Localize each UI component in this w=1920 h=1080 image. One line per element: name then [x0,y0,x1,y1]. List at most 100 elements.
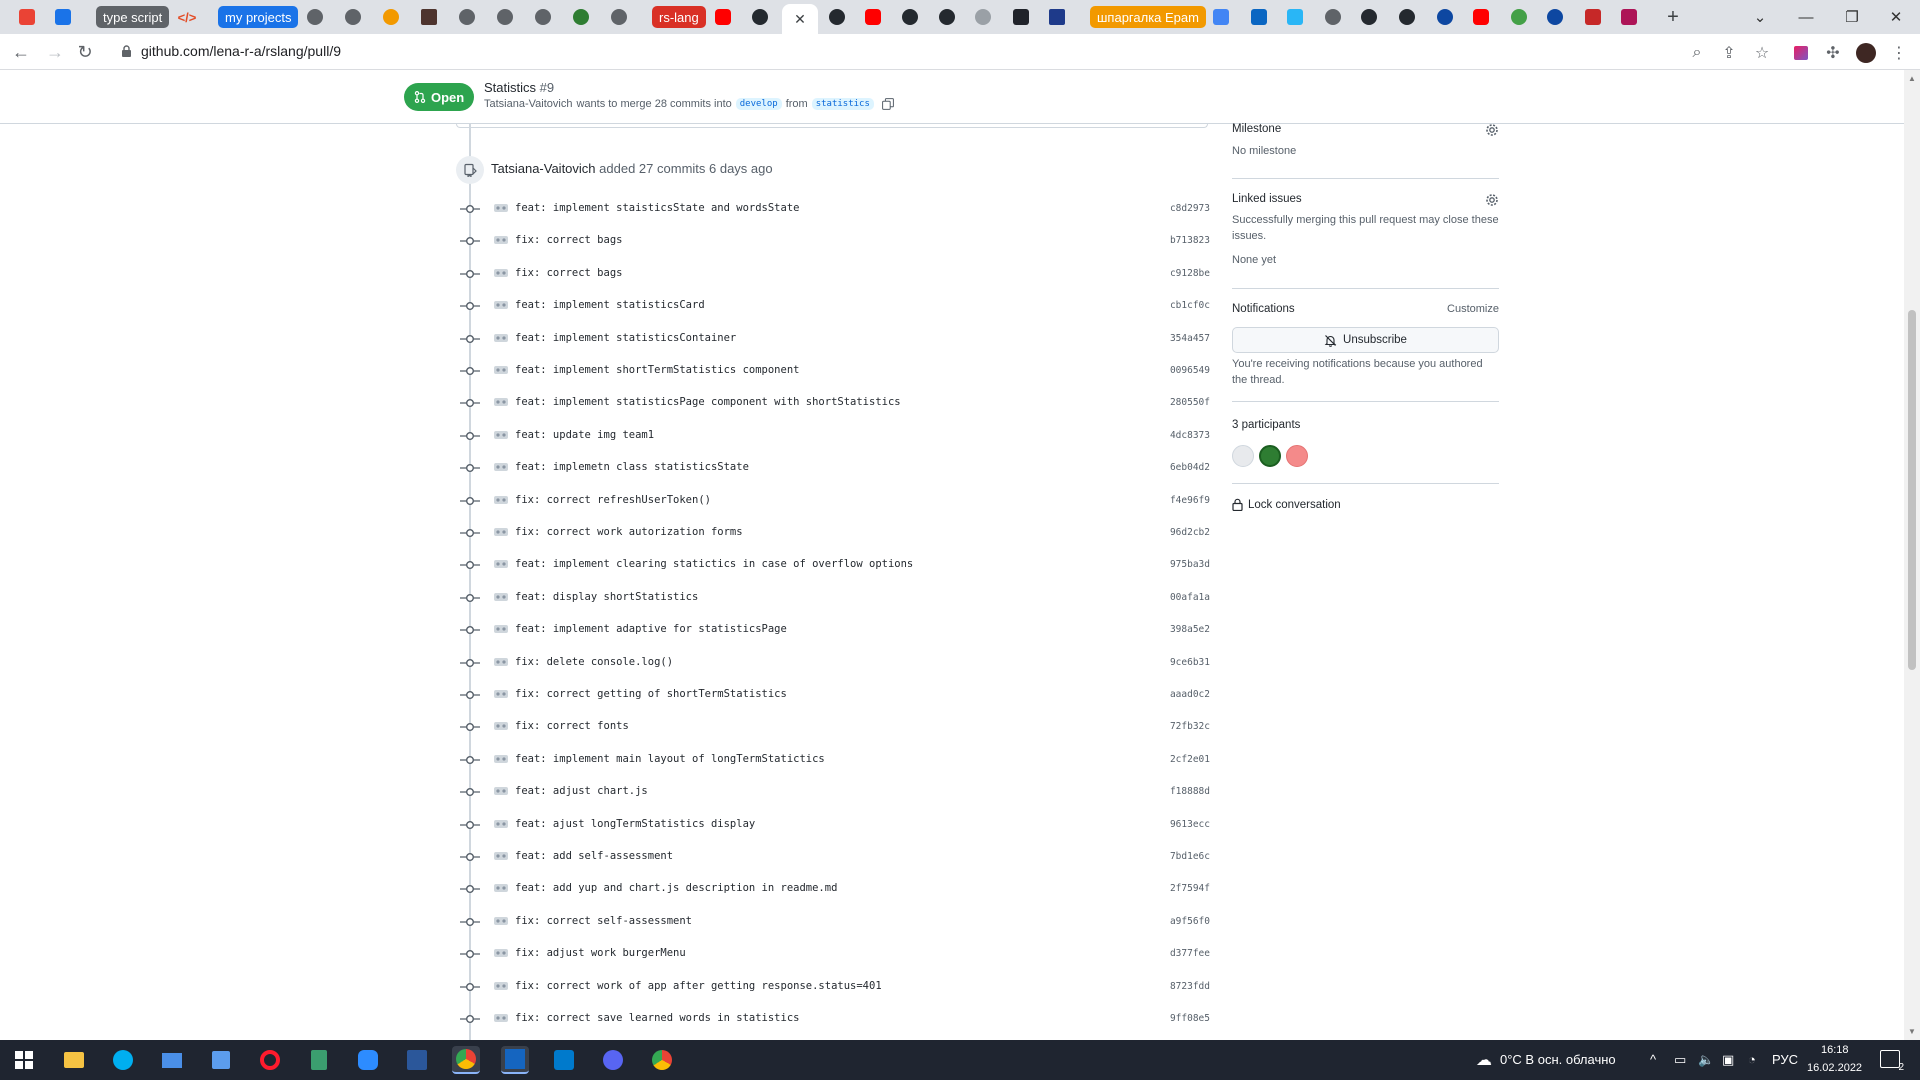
tab-gmail[interactable] [14,4,40,30]
tab-rs-lang[interactable]: rs-lang [652,6,706,28]
gear-icon[interactable] [1485,193,1499,207]
tray-expand-icon[interactable]: ^ [1650,1052,1656,1067]
zoom-app[interactable] [354,1046,382,1074]
app-window[interactable] [501,1046,529,1074]
commit-message[interactable]: feat: implement statisticsContainer [515,332,736,344]
tab-github[interactable] [1358,4,1380,30]
commit-sha[interactable]: 00afa1a [1170,592,1210,603]
tab-site[interactable] [304,4,326,30]
back-button[interactable]: ← [9,40,33,64]
forward-button[interactable]: → [43,40,67,64]
extensions-puzzle-icon[interactable]: ✣ [1822,42,1844,64]
commit-author-avatar[interactable] [494,494,508,506]
commit-sha[interactable]: cb1cf0c [1170,300,1210,311]
commit-sha[interactable]: 9613ecc [1170,819,1210,830]
commit-row[interactable]: fix: correct fonts 72fb32c [460,714,1216,740]
share-icon[interactable]: ⇪ [1718,42,1740,64]
commit-author-avatar[interactable] [494,623,508,635]
chrome-app[interactable] [452,1046,480,1074]
commit-message[interactable]: fix: correct bags [515,267,622,279]
tab-site[interactable] [494,4,516,30]
commit-author-avatar[interactable] [494,850,508,862]
push-author-link[interactable]: Tatsiana-Vaitovich [491,161,596,176]
commit-author-avatar[interactable] [494,364,508,376]
commit-author-avatar[interactable] [494,591,508,603]
commit-sha[interactable]: 6eb04d2 [1170,462,1210,473]
tab-site[interactable] [608,4,630,30]
commit-row[interactable]: fix: correct refreshUserToken() f4e96f9 [460,488,1216,514]
commit-message[interactable]: fix: delete console.log() [515,656,673,668]
tab-current-pull-request[interactable]: ✕ [782,4,818,34]
commit-sha[interactable]: f18888d [1170,786,1210,797]
commit-message[interactable]: fix: correct bags [515,234,622,246]
commit-sha[interactable]: b713823 [1170,235,1210,246]
chrome-app-2[interactable] [648,1046,676,1074]
commit-sha[interactable]: d377fee [1170,948,1210,959]
browser-menu-icon[interactable]: ⋮ [1888,42,1910,64]
commit-author-avatar[interactable] [494,882,508,894]
tab-site[interactable] [1210,4,1232,30]
commit-sha[interactable]: f4e96f9 [1170,495,1210,506]
scroll-down-arrow-icon[interactable]: ▼ [1908,1027,1916,1036]
customize-notifications-link[interactable]: Customize [1447,303,1499,315]
tab-site[interactable] [1582,4,1604,30]
participant-avatar[interactable] [1232,445,1254,467]
commit-message[interactable]: feat: implement statisticsPage component… [515,396,901,408]
commit-message[interactable]: feat: implement adaptive for statisticsP… [515,623,787,635]
commit-row[interactable]: feat: implement statisticsCard cb1cf0c [460,293,1216,319]
tab-my-projects[interactable]: my projects [218,6,299,28]
commit-message[interactable]: feat: implement staisticsState and words… [515,202,799,214]
weather-icon[interactable]: ☁ [1476,1050,1492,1070]
reload-button[interactable]: ↻ [73,40,97,64]
commit-row[interactable]: feat: implemetn class statisticsState 6eb… [460,455,1216,481]
extension-icon[interactable] [1790,42,1812,64]
commit-sha[interactable]: 7bd1e6c [1170,851,1210,862]
tab-site[interactable] [1618,4,1640,30]
participant-avatar[interactable] [1259,445,1281,467]
commit-message[interactable]: feat: ajust longTermStatistics display [515,818,755,830]
new-tab-button[interactable]: + [1660,4,1686,30]
commit-sha[interactable]: 8723fdd [1170,981,1210,992]
word-app[interactable] [403,1046,431,1074]
tab-site[interactable] [972,4,994,30]
commit-row[interactable]: fix: correct save learned words in stati… [460,1006,1216,1032]
tab-site[interactable] [570,4,592,30]
commit-row[interactable]: fix: correct getting of shortTermStatist… [460,682,1216,708]
commit-message[interactable]: fix: correct getting of shortTermStatist… [515,688,787,700]
commit-row[interactable]: feat: implement adaptive for statisticsP… [460,617,1216,643]
commit-sha[interactable]: 354a457 [1170,333,1210,344]
commit-row[interactable]: feat: implement clearing statictics in c… [460,552,1216,578]
commit-message[interactable]: feat: adjust chart.js [515,785,648,797]
commit-sha[interactable]: a9f56f0 [1170,916,1210,927]
commit-sha[interactable]: 9ff08e5 [1170,1013,1210,1024]
commit-row[interactable]: feat: implement shortTermStatistics comp… [460,358,1216,384]
commit-message[interactable]: feat: implement statisticsCard [515,299,705,311]
commit-author-avatar[interactable] [494,558,508,570]
commit-author-avatar[interactable] [494,980,508,992]
unsubscribe-button[interactable]: Unsubscribe [1232,327,1499,353]
commit-row[interactable]: fix: correct self-assessment a9f56f0 [460,909,1216,935]
commit-message[interactable]: fix: correct refreshUserToken() [515,494,711,506]
tab-type-script[interactable]: type script [96,6,170,28]
display-icon[interactable]: ▣ [1722,1052,1734,1068]
commit-sha[interactable]: 280550f [1170,397,1210,408]
clock-time[interactable]: 16:18 [1821,1044,1849,1056]
commit-row[interactable]: feat: display shortStatistics 00afa1a [460,585,1216,611]
commit-sha[interactable]: 398a5e2 [1170,624,1210,635]
tab-uk[interactable] [1046,4,1068,30]
head-branch-label[interactable]: statistics [811,98,874,110]
copy-icon[interactable] [881,98,894,110]
skype-app[interactable] [109,1046,137,1074]
commit-row[interactable]: fix: adjust work burgerMenu d377fee [460,941,1216,967]
commit-author-avatar[interactable] [494,818,508,830]
commit-message[interactable]: feat: add yup and chart.js description i… [515,882,837,894]
commit-author-avatar[interactable] [494,947,508,959]
tab-site[interactable] [380,4,402,30]
tab-youtube[interactable] [712,4,734,30]
input-language[interactable]: РУС [1772,1052,1798,1067]
tab-code[interactable]: </> [174,4,200,30]
tab-github[interactable] [1396,4,1418,30]
calculator-app[interactable] [305,1046,333,1074]
commit-row[interactable]: feat: implement staisticsState and words… [460,196,1216,222]
pr-author-link[interactable]: Tatsiana-Vaitovich [484,98,572,110]
